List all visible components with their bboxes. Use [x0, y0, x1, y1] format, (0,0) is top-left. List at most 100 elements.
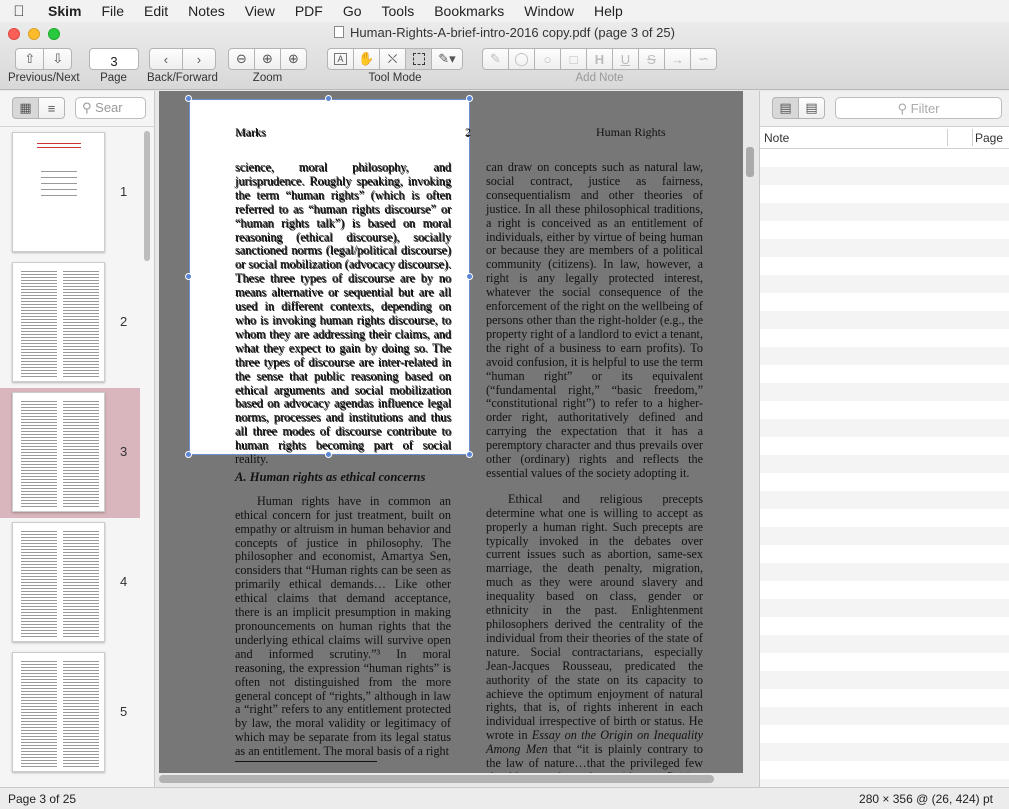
thumbnail-line — [63, 286, 99, 287]
thumbnail-line — [63, 407, 99, 408]
select-tool-button[interactable] — [405, 48, 432, 70]
thumbnail-line — [21, 579, 57, 580]
page-number-field[interactable]: 3 — [89, 48, 139, 70]
selection-handle-bl[interactable] — [185, 451, 192, 458]
scroll-tool-button[interactable]: ✋ — [353, 48, 380, 70]
sidebar-search-field[interactable]: ⚲ Sear — [75, 97, 146, 119]
thumbnail-line — [63, 331, 99, 332]
notes-table-body[interactable] — [760, 149, 1009, 787]
thumbnail-view-button[interactable]: ▦ — [12, 97, 39, 119]
add-text-note-button[interactable]: ✎ — [482, 48, 509, 70]
thumbnail-line — [21, 328, 57, 329]
add-line-button[interactable]: → — [664, 48, 691, 70]
page-thumbnail[interactable]: 3 — [0, 388, 140, 518]
next-page-button[interactable]: ⇩ — [43, 48, 73, 70]
thumbnail-line — [21, 458, 57, 459]
selection-handle-tr[interactable] — [466, 95, 473, 102]
thumbnail-page-preview — [12, 522, 105, 642]
pdf-page[interactable]: Marks 2 Human Rights science, moral philos… — [159, 91, 743, 773]
thumbnail-line — [21, 591, 57, 592]
selection-handle-bc[interactable] — [325, 451, 332, 458]
thumbnail-line — [63, 340, 99, 341]
menu-go[interactable]: Go — [333, 3, 372, 19]
menu-bookmarks[interactable]: Bookmarks — [424, 3, 514, 19]
pdf-view[interactable]: Marks 2 Human Rights science, moral philos… — [156, 91, 758, 787]
menu-help[interactable]: Help — [584, 3, 633, 19]
thumbnail-line — [21, 603, 57, 604]
thumbnail-line — [63, 676, 99, 677]
note-column-header[interactable]: Note — [764, 131, 789, 145]
note-tool-button[interactable]: ✎▾ — [431, 48, 463, 70]
magnify-tool-button[interactable]: ⛌ — [379, 48, 406, 70]
thumbnail-line — [21, 537, 57, 538]
selection-handle-mr[interactable] — [466, 273, 473, 280]
zoom-actual-button[interactable]: ⊕ — [254, 48, 281, 70]
thumbnail-line — [63, 482, 99, 483]
thumbnail-line — [21, 712, 57, 713]
page-thumbnail[interactable]: 2 — [0, 258, 140, 388]
menu-file[interactable]: File — [91, 3, 134, 19]
pdf-horizontal-scroll-knob[interactable] — [159, 775, 714, 783]
menu-window[interactable]: Window — [514, 3, 584, 19]
apple-icon[interactable]:  — [0, 3, 38, 20]
snapshots-view-button[interactable]: ▤ — [798, 97, 825, 119]
page-column-header[interactable]: Page — [975, 131, 1003, 145]
menu-view[interactable]: View — [235, 3, 285, 19]
thumbnail-line — [63, 473, 99, 474]
thumbnail-line — [63, 367, 99, 368]
add-highlight-button[interactable]: H — [586, 48, 613, 70]
add-box-button[interactable]: □ — [560, 48, 587, 70]
sidebar-scroll-knob[interactable] — [144, 131, 150, 261]
thumbnail-line — [63, 346, 99, 347]
selection-handle-tl[interactable] — [185, 95, 192, 102]
page-thumbnail[interactable]: 5 — [0, 648, 140, 778]
notes-view-button[interactable]: ▤ — [772, 97, 799, 119]
page-thumbnail[interactable]: 1 — [0, 128, 140, 258]
thumbnail-line — [63, 355, 99, 356]
chevron-right-icon: › — [196, 51, 202, 67]
menu-pdf[interactable]: PDF — [285, 3, 333, 19]
zoom-out-button[interactable]: ⊖ — [228, 48, 255, 70]
zoom-in-button[interactable]: ⊕ — [280, 48, 307, 70]
thumbnail-line — [21, 621, 57, 622]
back-button[interactable]: ‹ — [148, 48, 183, 70]
thumbnail-line — [37, 143, 81, 144]
add-underline-button[interactable]: U — [612, 48, 639, 70]
thumbnail-line — [63, 691, 99, 692]
thumbnail-line — [63, 661, 99, 662]
thumbnail-line — [21, 407, 57, 408]
add-freehand-button[interactable]: ∽ — [690, 48, 717, 70]
page-thumbnail[interactable]: 4 — [0, 518, 140, 648]
menu-tools[interactable]: Tools — [372, 3, 425, 19]
thumbnail-line — [21, 627, 57, 628]
pdf-page-area[interactable]: Marks 2 Human Rights science, moral philos… — [159, 91, 743, 773]
forward-button[interactable]: › — [181, 48, 216, 70]
back-forward-group: ‹ › Back/Forward — [147, 48, 218, 84]
outline-view-button[interactable]: ≡ — [38, 97, 65, 119]
thumbnail-line — [21, 721, 57, 722]
thumbnail-line — [63, 531, 99, 532]
previous-page-button[interactable]: ⇧ — [15, 48, 45, 70]
thumbnail-line — [21, 543, 57, 544]
thumbnail-line — [21, 500, 57, 501]
text-tool-button[interactable]: A — [327, 48, 354, 70]
selection-handle-ml[interactable] — [185, 273, 192, 280]
notes-filter-field[interactable]: ⚲ Filter — [835, 97, 1002, 119]
thumbnail-line — [63, 564, 99, 565]
menu-edit[interactable]: Edit — [134, 3, 178, 19]
selection-handle-br[interactable] — [466, 451, 473, 458]
add-strikeout-button[interactable]: S — [638, 48, 665, 70]
menu-notes[interactable]: Notes — [178, 3, 235, 19]
add-anchored-note-button[interactable]: ◯ — [508, 48, 535, 70]
thumbnail-line — [21, 552, 57, 553]
list-icon: ≡ — [47, 100, 56, 116]
pdf-vertical-scroll-knob[interactable] — [746, 147, 754, 177]
thumbnail-line — [21, 682, 57, 683]
add-circle-button[interactable]: ○ — [534, 48, 561, 70]
thumbnail-line — [21, 751, 57, 752]
menu-app[interactable]: Skim — [38, 3, 91, 19]
selection-handle-tc[interactable] — [325, 95, 332, 102]
thumbnail-line — [63, 624, 99, 625]
thumbnail-line — [21, 401, 57, 402]
sidebar-scrollbar[interactable] — [143, 131, 152, 781]
